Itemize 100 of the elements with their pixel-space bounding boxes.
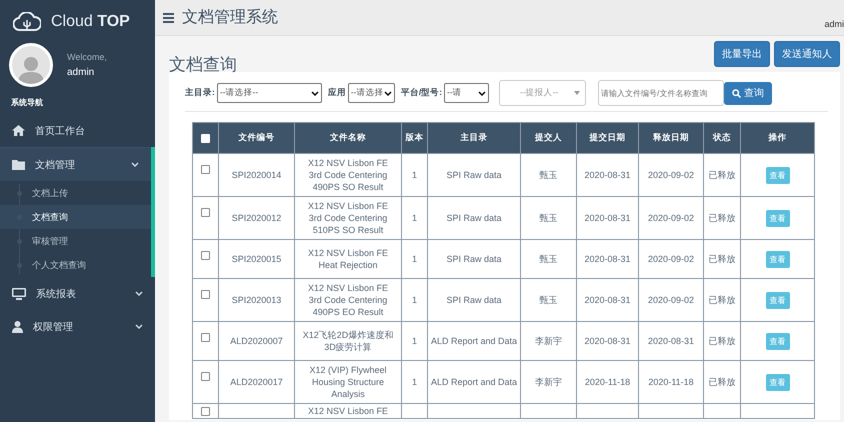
table-cell: 1 [412,295,417,305]
table-cell: 1 [412,336,417,346]
table-cell: 甄玉 [540,170,558,180]
home-icon [12,125,25,136]
row-checkbox[interactable] [201,290,210,300]
table-cell: 李新宇 [535,377,562,387]
table-cell: 2020-08-31 [648,336,694,346]
table-cell: ALD2020017 [230,377,283,387]
table-cell: 2020-11-18 [648,377,694,387]
table-cell: X12 NSV Lisbon FE Heat Rejection [308,248,388,270]
column-header: 版本 [402,122,428,154]
app-title: 文档管理系统 [182,8,278,28]
filter-select[interactable]: --请选择 [348,83,395,103]
nav-item[interactable]: 文档管理 [0,147,151,181]
caret-down-icon [574,91,580,95]
table-cell: ALD Report and Data [430,377,518,387]
filter-label: 平台/型号: [400,87,442,99]
column-header: 主目录 [428,122,520,154]
table-cell: 已释放 [708,254,736,264]
search-button[interactable]: 查询 [724,82,772,104]
column-header: 提交人 [520,122,576,154]
table-cell: 已释放 [708,213,736,223]
folder-icon [12,160,25,170]
table-cell: SPI2020015 [232,254,282,264]
table-cell: 2020-08-31 [584,213,631,223]
table-cell: X12 NSV Lisbon FE 3rd Code Centering 510PS SO Result [308,201,388,235]
column-header: 操作 [740,122,814,154]
chevron-down-icon [478,90,486,96]
search-icon [732,88,742,98]
cloud-logo-icon [13,12,41,32]
nav-section-title: 系统导航 [10,97,44,109]
table-cell: 1 [412,213,417,223]
table-cell: 2020-09-02 [648,213,694,223]
table-cell: 甄玉 [540,254,558,264]
table-cell: 2020-09-02 [648,254,694,264]
table-cell: 李新宇 [535,336,562,346]
table-cell: SPI2020013 [232,295,282,305]
chevron-down-icon [135,291,143,296]
action-button[interactable]: 发送通知人 [774,41,840,67]
chevron-down-icon [384,90,392,96]
nav-subitem[interactable]: 文档查询 [0,205,151,229]
nav-item[interactable]: 首页工作台 [0,114,155,147]
action-button[interactable]: 批量导出 [714,41,770,67]
table-cell: SPI Raw data [446,170,502,180]
monitor-icon [12,288,26,300]
row-checkbox[interactable] [201,251,210,260]
column-header: 文件名称 [294,122,402,154]
table-cell: 2020-08-31 [584,170,631,180]
table-cell: SPI Raw data [446,254,502,264]
user-name[interactable]: admi [824,19,844,29]
table-cell: X12 NSV Lisbon FE [308,406,388,416]
column-header: 文件编号 [218,122,294,154]
table-cell: 2020-09-02 [648,170,694,180]
table-cell: X12 (VIP) Flywheel Housing Structure Analysis [309,365,387,399]
table-cell: ALD Report and Data [430,336,518,346]
nav-subitem[interactable]: 个人文档查询 [0,253,151,277]
welcome-text: Welcome, [67,52,107,62]
table-cell: 2020-11-18 [584,377,630,387]
table-cell: 2020-08-31 [584,336,631,346]
column-header: 状态 [704,122,740,154]
table-cell: X12 NSV Lisbon FE 3rd Code Centering 490PS EO Result [308,283,388,317]
page-title: 文档查询 [169,54,237,76]
table-cell: 已释放 [708,377,736,387]
table-cell: 2020-08-31 [584,295,631,305]
filter-select[interactable]: --请 [444,83,490,103]
table-cell: SPI Raw data [446,213,502,223]
row-checkbox[interactable] [201,165,210,174]
filter-select[interactable]: --请选择-- [216,83,322,103]
row-checkbox[interactable] [201,407,210,416]
logo-text: Cloud TOP [51,13,130,31]
search-field[interactable]: 请输入文件编号/文件名称查询 [598,80,724,106]
menu-icon[interactable] [163,12,174,22]
table-cell: 1 [412,377,417,387]
select-all-checkbox[interactable] [201,134,210,144]
filter-label: 主目录: [185,87,215,99]
table-cell: 1 [412,170,417,180]
user-name: admin [67,67,96,78]
chevron-down-icon [135,324,143,329]
chevron-down-icon [131,162,139,167]
table-cell: 已释放 [708,170,736,180]
nav-item[interactable]: 权限管理 [0,310,155,343]
table-cell: 已释放 [708,295,736,305]
table-cell: X12飞轮2D爆炸速度和3D疲劳计算 [302,330,394,352]
table-cell: 2020-08-31 [584,254,631,264]
column-header: 提交日期 [576,122,638,154]
user-icon [12,320,23,332]
row-checkbox[interactable] [201,333,210,342]
row-checkbox[interactable] [201,208,210,218]
table-cell: SPI Raw data [446,295,502,305]
chevron-down-icon [310,90,319,96]
nav-subitem[interactable]: 文档上传 [0,181,151,205]
table-cell: 1 [412,254,417,264]
filter-label: 应用 [328,87,346,99]
table-cell: 2020-09-02 [648,295,694,305]
nav-item[interactable]: 系统报表 [0,277,155,310]
table-cell: SPI2020014 [232,170,282,180]
row-checkbox[interactable] [201,372,210,382]
nav-subitem[interactable]: 审核管理 [0,229,151,253]
table-cell: 甄玉 [540,295,558,305]
table-cell: X12 NSV Lisbon FE 3rd Code Centering 490PS SO Result [308,158,388,192]
